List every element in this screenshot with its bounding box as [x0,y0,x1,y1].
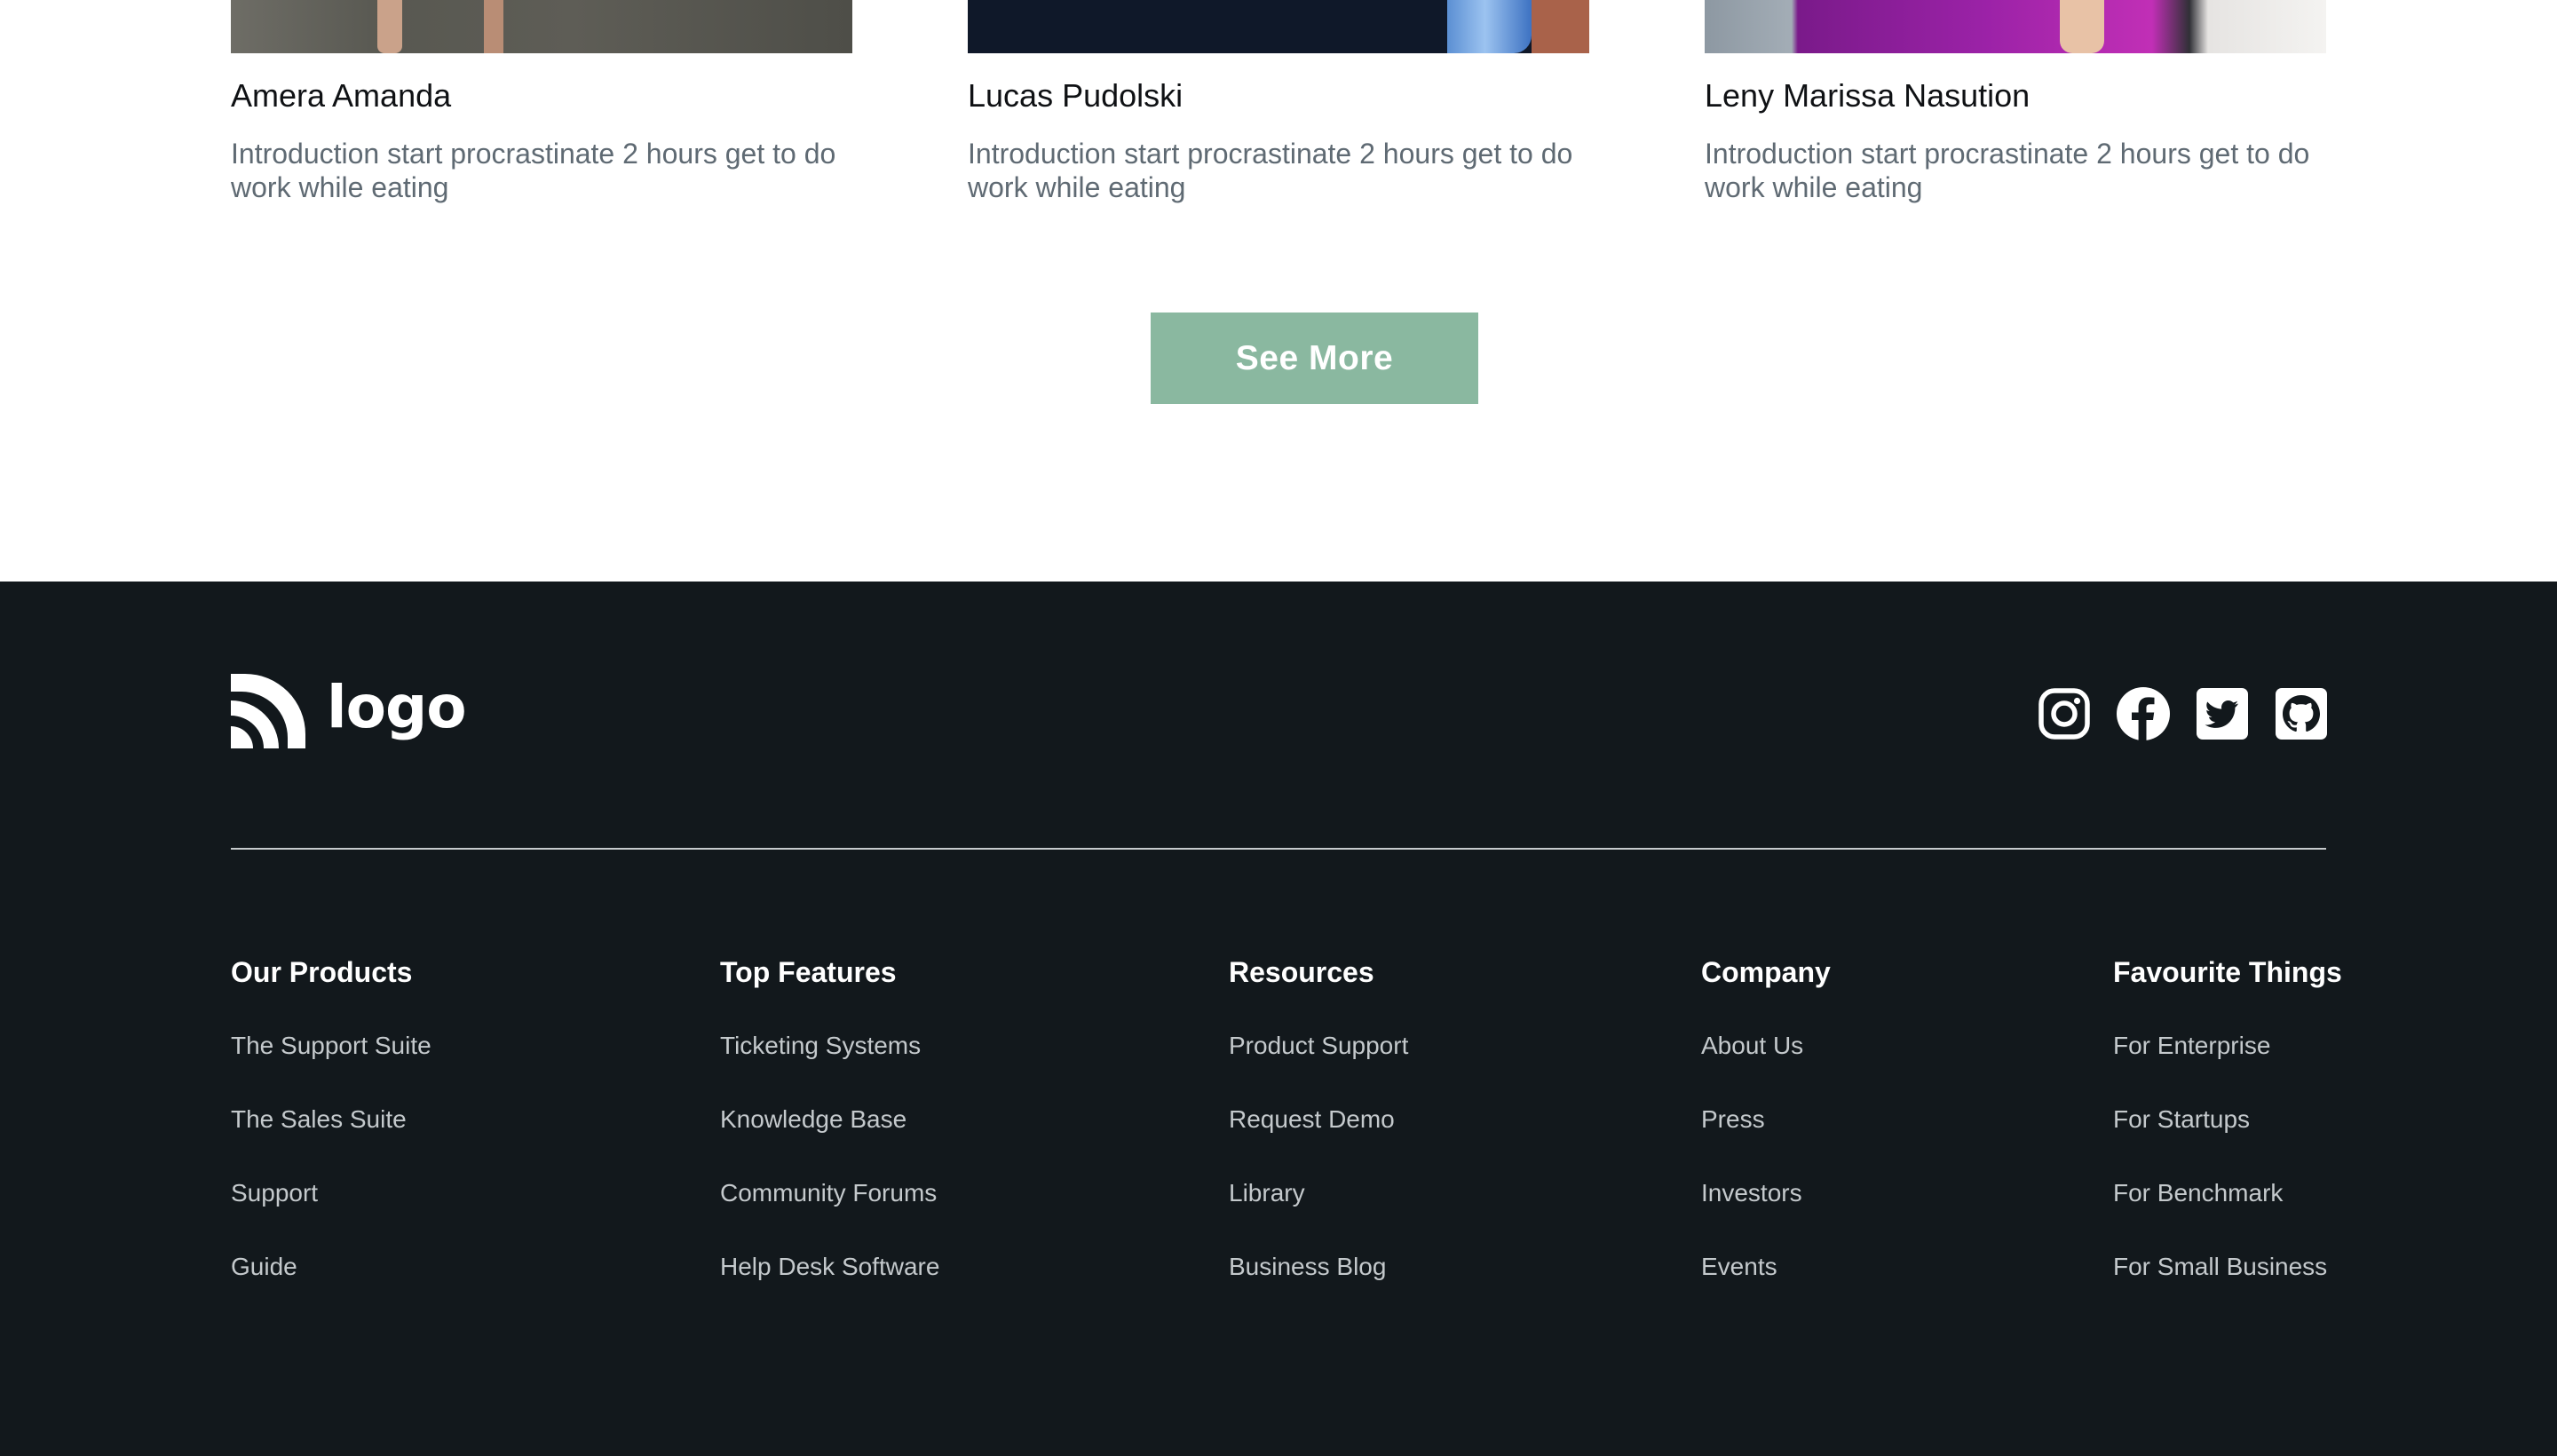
see-more-button[interactable]: See More [1151,313,1478,404]
footer-column-favourite-things: Favourite Things For Enterprise For Star… [2113,954,2342,1325]
social-links [2037,686,2329,741]
footer-column-title: Top Features [720,956,897,988]
footer-link-list: Ticketing Systems Knowledge Base Communi… [720,1030,939,1325]
footer-link[interactable]: Request Demo [1229,1104,1395,1136]
team-photo [968,0,1589,53]
footer-column-title: Favourite Things [2113,956,2342,988]
footer-column-title: Resources [1229,956,1374,988]
footer-link[interactable]: Library [1229,1177,1305,1209]
logo-mark-icon [231,674,305,748]
footer-link[interactable]: Help Desk Software [720,1251,939,1283]
team-member-description: Introduction start procrastinate 2 hours… [968,138,1573,203]
github-icon[interactable] [2274,686,2329,741]
footer-link-list: Product Support Request Demo Library Bus… [1229,1030,1408,1325]
team-card: Leny Marissa Nasution Introduction start… [1705,0,2326,203]
team-member-name: Leny Marissa Nasution [1705,77,2031,114]
footer-link[interactable]: Knowledge Base [720,1104,906,1136]
team-member-name: Amera Amanda [231,77,452,114]
footer-link[interactable]: The Support Suite [231,1030,431,1062]
facebook-icon[interactable] [2116,686,2171,741]
footer-column-company: Company About Us Press Investors Events [1701,954,1831,1325]
footer-column-our-products: Our Products The Support Suite The Sales… [231,954,431,1325]
footer-link[interactable]: Business Blog [1229,1251,1386,1283]
footer-link[interactable]: Events [1701,1251,1777,1283]
team-photo [231,0,852,53]
footer-column-resources: Resources Product Support Request Demo L… [1229,954,1408,1325]
footer-link[interactable]: For Benchmark [2113,1177,2283,1209]
footer-link[interactable]: Guide [231,1251,297,1283]
page: Amera Amanda Introduction start procrast… [0,0,2557,1456]
footer-column-title: Company [1701,956,1831,988]
footer-link[interactable]: Product Support [1229,1030,1408,1062]
footer-link[interactable]: For Small Business [2113,1251,2327,1283]
team-photo [1705,0,2326,53]
team-member-name: Lucas Pudolski [968,77,1184,114]
footer-link[interactable]: Support [231,1177,318,1209]
team-member-description: Introduction start procrastinate 2 hours… [231,138,836,203]
instagram-icon[interactable] [2037,686,2092,741]
twitter-icon[interactable] [2195,686,2250,741]
team-section: Amera Amanda Introduction start procrast… [0,0,2557,582]
footer-link[interactable]: For Startups [2113,1104,2250,1136]
footer-link[interactable]: The Sales Suite [231,1104,407,1136]
footer-divider [231,848,2326,850]
team-member-description: Introduction start procrastinate 2 hours… [1705,138,2310,203]
footer: logo Our Products The Support Suite The … [0,582,2557,1456]
footer-link[interactable]: Investors [1701,1177,1802,1209]
team-card: Lucas Pudolski Introduction start procra… [968,0,1589,203]
footer-link[interactable]: Ticketing Systems [720,1030,921,1062]
footer-column-title: Our Products [231,956,413,988]
footer-link[interactable]: Community Forums [720,1177,937,1209]
logo-text: logo [327,673,467,741]
footer-link-list: The Support Suite The Sales Suite Suppor… [231,1030,431,1325]
footer-link[interactable]: About Us [1701,1030,1803,1062]
footer-column-top-features: Top Features Ticketing Systems Knowledge… [720,954,939,1325]
team-card: Amera Amanda Introduction start procrast… [231,0,852,203]
footer-link-list: About Us Press Investors Events [1701,1030,1831,1325]
footer-logo[interactable]: logo [231,673,467,748]
footer-link-list: For Enterprise For Startups For Benchmar… [2113,1030,2342,1325]
footer-link[interactable]: For Enterprise [2113,1030,2270,1062]
footer-link[interactable]: Press [1701,1104,1765,1136]
